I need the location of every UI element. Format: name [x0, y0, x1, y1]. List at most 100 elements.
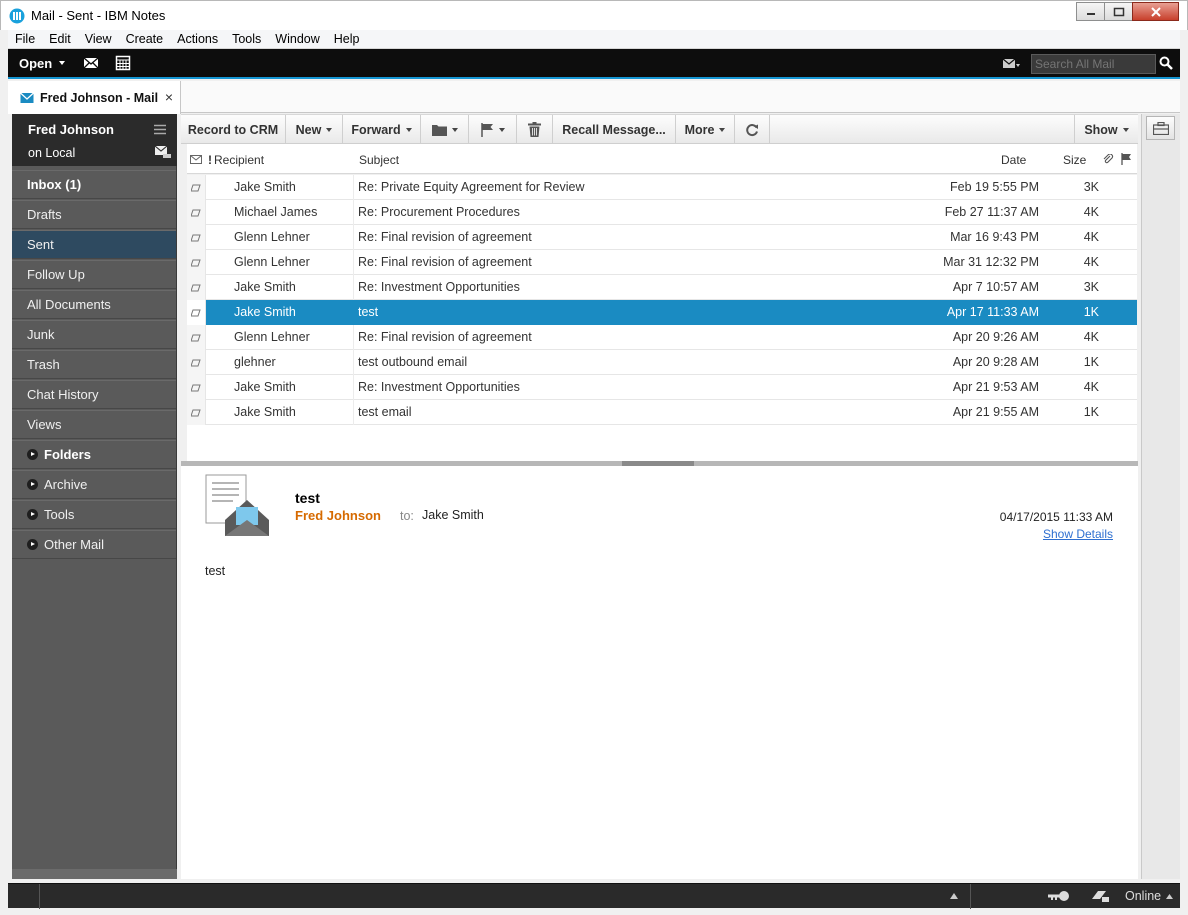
table-row[interactable]: Jake Smith Re: Private Equity Agreement …	[187, 175, 1137, 200]
sidebar-item-all-documents[interactable]: All Documents	[12, 290, 176, 319]
row-subject: Re: Final revision of agreement	[358, 230, 532, 244]
sidebar-item-views[interactable]: Views	[12, 410, 176, 439]
delete-button[interactable]	[517, 115, 553, 144]
sidebar-item-label: Other Mail	[44, 537, 104, 552]
action-toolbar: Record to CRM New Forward Recall Message…	[181, 114, 1138, 144]
menu-edit[interactable]: Edit	[49, 32, 71, 46]
toggle-sidebar-button[interactable]	[1146, 116, 1175, 140]
flag-column-icon[interactable]	[1121, 153, 1132, 165]
user-name: Fred Johnson	[28, 122, 114, 137]
table-row[interactable]: Jake Smith Re: Investment Opportunities …	[187, 375, 1137, 400]
close-tab-icon[interactable]: ×	[165, 89, 173, 105]
launcher-bar: Open	[8, 49, 1180, 79]
row-size: 4K	[1083, 230, 1099, 244]
sidebar-item-sent[interactable]: Sent	[12, 230, 176, 259]
recall-message-button[interactable]: Recall Message...	[553, 115, 676, 144]
table-row[interactable]: Jake Smith test email Apr 21 9:55 AM 1K	[187, 400, 1137, 425]
row-recipient: Jake Smith	[234, 180, 296, 194]
table-row[interactable]: Glenn Lehner Re: Final revision of agree…	[187, 225, 1137, 250]
attachment-column-icon[interactable]	[1103, 154, 1114, 165]
menu-tools[interactable]: Tools	[232, 32, 261, 46]
sidebar-item-tools[interactable]: Tools	[12, 500, 176, 529]
menu-file[interactable]: File	[15, 32, 35, 46]
search-input[interactable]	[1031, 54, 1156, 74]
online-status[interactable]: Online	[1125, 889, 1161, 903]
row-date: Feb 27 11:37 AM	[944, 205, 1039, 219]
table-row[interactable]: glehner test outbound email Apr 20 9:28 …	[187, 350, 1137, 375]
refresh-button[interactable]	[735, 115, 770, 144]
new-button[interactable]: New	[286, 115, 343, 144]
search-icon[interactable]	[1159, 56, 1173, 70]
menu-bar: File Edit View Create Actions Tools Wind…	[8, 30, 1180, 49]
chevron-up-icon[interactable]	[950, 893, 958, 899]
move-to-folder-button[interactable]	[421, 115, 469, 144]
table-row[interactable]: Glenn Lehner Re: Final revision of agree…	[187, 250, 1137, 275]
show-details-link[interactable]: Show Details	[1043, 527, 1113, 541]
row-date: Mar 16 9:43 PM	[950, 230, 1039, 244]
sidebar-item-junk[interactable]: Junk	[12, 320, 176, 349]
location-mail-icon[interactable]	[154, 145, 172, 159]
sidebar-item-archive[interactable]: Archive	[12, 470, 176, 499]
sidebar-item-follow-up[interactable]: Follow Up	[12, 260, 176, 289]
date-column-header[interactable]: Date	[1001, 153, 1026, 167]
follow-up-flag-button[interactable]	[469, 115, 517, 144]
row-size: 1K	[1083, 405, 1099, 419]
table-row[interactable]: Jake Smith Re: Investment Opportunities …	[187, 275, 1137, 300]
row-size: 4K	[1083, 330, 1099, 344]
close-icon	[1150, 6, 1161, 17]
minimize-button[interactable]	[1076, 2, 1105, 21]
size-column-header[interactable]: Size	[1063, 153, 1086, 167]
sidebar-item-drafts[interactable]: Drafts	[12, 200, 176, 229]
sidebar-item-inbox[interactable]: Inbox (1)	[12, 170, 176, 199]
sidebar-item-folders[interactable]: Folders	[12, 440, 176, 469]
more-button[interactable]: More	[676, 115, 735, 144]
sidebar-item-label: Inbox (1)	[27, 177, 82, 192]
tab-fred-johnson-mail[interactable]: Fred Johnson - Mail ×	[8, 81, 181, 114]
row-date: Feb 19 5:55 PM	[950, 180, 1039, 194]
menu-window[interactable]: Window	[275, 32, 319, 46]
table-row[interactable]: Glenn Lehner Re: Final revision of agree…	[187, 325, 1137, 350]
sidebar-item-other-mail[interactable]: Other Mail	[12, 530, 176, 559]
chevron-up-icon[interactable]	[1166, 894, 1173, 899]
menu-help[interactable]: Help	[334, 32, 360, 46]
menu-lines-icon[interactable]	[154, 124, 166, 135]
status-bar: Online	[8, 883, 1180, 909]
sidebar-item-label: Drafts	[27, 207, 62, 222]
menu-actions[interactable]: Actions	[177, 32, 218, 46]
subject-column-header[interactable]: Subject	[359, 153, 399, 167]
maximize-button[interactable]	[1104, 2, 1133, 21]
preview-recipient[interactable]: Jake Smith	[422, 508, 484, 522]
preview-subject: test	[295, 490, 320, 506]
show-button[interactable]: Show	[1074, 115, 1138, 144]
table-row-selected[interactable]: Jake Smith test Apr 17 11:33 AM 1K	[187, 300, 1137, 325]
close-window-button[interactable]	[1132, 2, 1179, 21]
row-size: 4K	[1083, 255, 1099, 269]
sent-document-icon	[187, 225, 206, 250]
mail-icon[interactable]	[82, 54, 100, 72]
key-icon[interactable]	[1048, 890, 1070, 902]
table-row[interactable]: Michael James Re: Procurement Procedures…	[187, 200, 1137, 225]
chevron-down-icon	[719, 127, 726, 132]
sidebar-header: Fred Johnson on Local	[12, 114, 177, 166]
sidebar-item-trash[interactable]: Trash	[12, 350, 176, 379]
sidebar-item-chat-history[interactable]: Chat History	[12, 380, 176, 409]
search-scope-mail-icon[interactable]	[1002, 55, 1020, 73]
sidebar-resize-handle[interactable]	[12, 869, 177, 879]
preview-sender[interactable]: Fred Johnson	[295, 508, 381, 523]
importance-column-header[interactable]: !	[208, 153, 212, 167]
recipient-column-header[interactable]: Recipient	[214, 153, 264, 167]
sent-document-icon	[187, 250, 206, 275]
menu-view[interactable]: View	[85, 32, 112, 46]
row-recipient: glehner	[234, 355, 276, 369]
network-location-icon[interactable]	[1090, 889, 1110, 903]
sent-document-icon	[187, 375, 206, 400]
chevron-down-icon	[59, 61, 66, 65]
calendar-icon[interactable]	[114, 54, 132, 72]
forward-button[interactable]: Forward	[343, 115, 421, 144]
open-button[interactable]: Open	[8, 49, 71, 77]
envelope-column-icon[interactable]	[190, 155, 202, 164]
menu-create[interactable]: Create	[126, 32, 164, 46]
row-size: 3K	[1083, 180, 1099, 194]
record-to-crm-button[interactable]: Record to CRM	[181, 115, 286, 144]
row-subject: Re: Final revision of agreement	[358, 330, 532, 344]
